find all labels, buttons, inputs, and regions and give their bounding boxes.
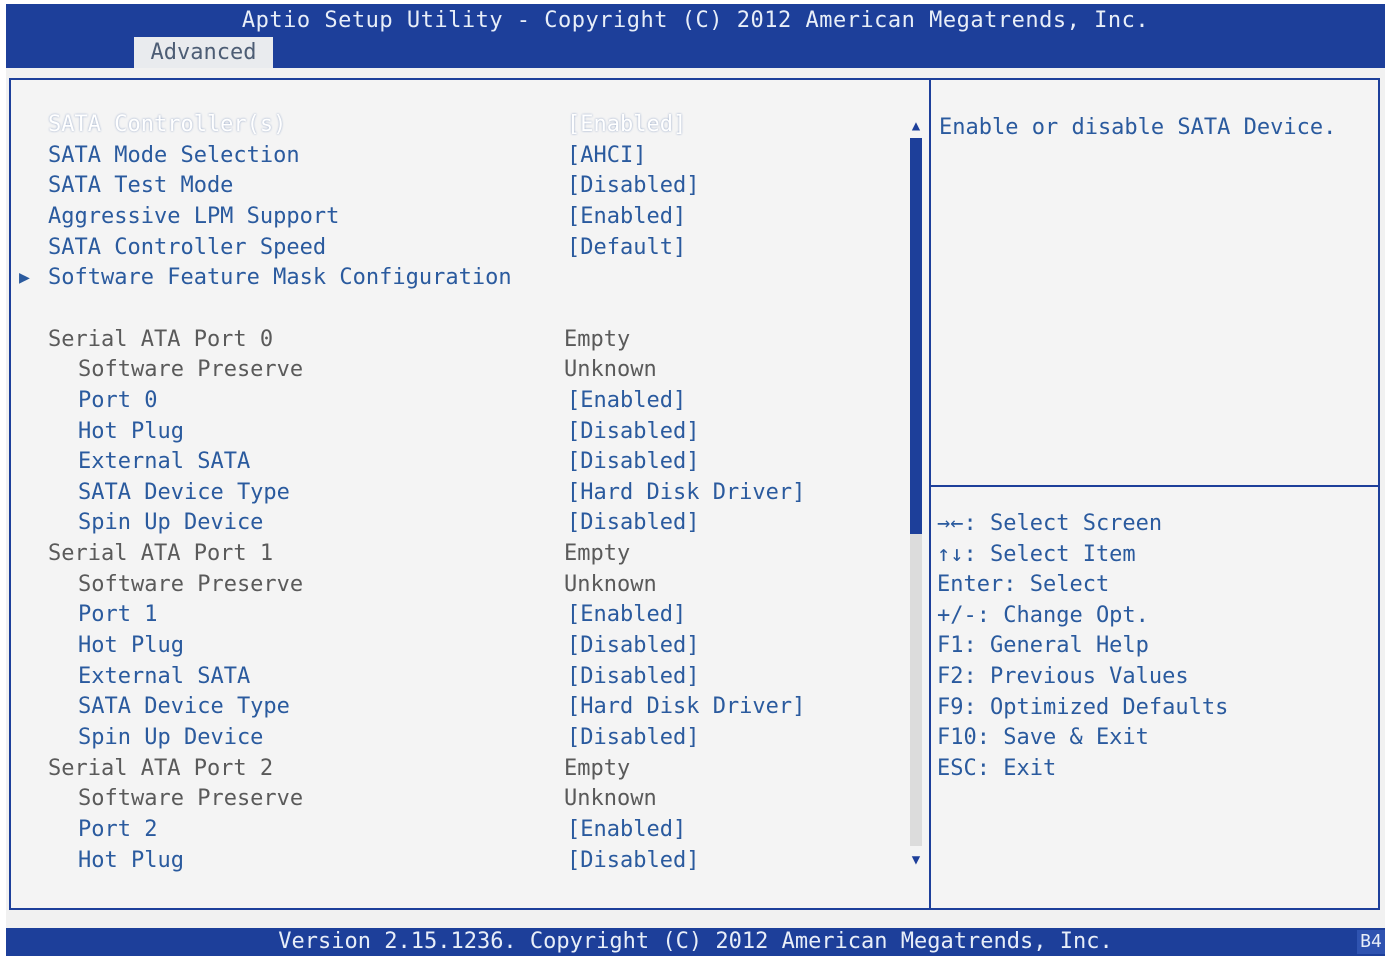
setting-label: Software Preserve — [78, 786, 304, 812]
setting-value: [Enabled] — [567, 203, 687, 229]
main-area: SATA Controller(s) [Enabled] SATA Mode Sel… — [6, 68, 1385, 928]
key-hint: Enter: Select — [937, 572, 1110, 598]
setting-row[interactable]: ▶ Software Feature Mask Configuration — [11, 263, 911, 293]
setting-row[interactable]: SATA Controller Speed [Default] — [11, 233, 911, 263]
setting-label: Software Preserve — [78, 571, 304, 597]
title-bar: Aptio Setup Utility - Copyright (C) 2012… — [6, 4, 1385, 68]
setting-label: Serial ATA Port 0 — [48, 326, 274, 352]
help-divider-horizontal — [931, 485, 1378, 487]
setting-label: Hot Plug — [78, 847, 184, 873]
key-hint: →←: Select Screen — [937, 511, 1163, 536]
setting-value: [Disabled] — [567, 418, 700, 444]
setting-label: Hot Plug — [78, 633, 184, 659]
setting-row[interactable]: External SATA [Disabled] — [11, 662, 911, 692]
setting-value: [Disabled] — [567, 510, 700, 536]
setting-label: Hot Plug — [78, 418, 184, 444]
setting-label: Port 1 — [78, 602, 158, 628]
setting-value: [Disabled] — [567, 847, 700, 873]
setting-value: Unknown — [564, 571, 657, 597]
setting-value: [Disabled] — [567, 725, 700, 750]
setting-value: [Enabled] — [567, 816, 687, 842]
setting-value: Empty — [564, 326, 631, 352]
setting-value: Empty — [564, 755, 631, 781]
tab-advanced[interactable]: Advanced — [134, 37, 273, 68]
setting-row: Software Preserve Unknown — [11, 355, 911, 385]
setting-label: Port 2 — [78, 816, 158, 842]
key-hint: ESC: Exit — [937, 755, 1057, 781]
setting-value: [Enabled] — [567, 602, 687, 628]
setting-value: [Disabled] — [567, 449, 700, 475]
spacer-row — [11, 294, 911, 324]
footer-badge: B4 — [1357, 930, 1385, 954]
setting-value: Empty — [564, 541, 631, 567]
setting-row: Serial ATA Port 1 Empty — [11, 539, 911, 569]
setting-label: Spin Up Device — [78, 510, 264, 536]
key-hint: F1: General Help — [937, 633, 1149, 659]
setting-row[interactable]: Spin Up Device [Disabled] — [11, 723, 911, 753]
submenu-arrow-icon: ▶ — [19, 267, 30, 289]
setting-row[interactable]: SATA Test Mode [Disabled] — [11, 171, 911, 201]
setting-value: [Default] — [567, 234, 687, 260]
help-description: Enable or disable SATA Device. — [939, 115, 1337, 140]
setting-label: SATA Mode Selection — [48, 142, 300, 168]
setting-value: [Hard Disk Driver] — [567, 479, 806, 505]
setting-label: Spin Up Device — [78, 725, 264, 750]
key-hint: +/-: Change Opt. — [937, 602, 1149, 628]
setting-row[interactable]: SATA Controller(s) [Enabled] — [11, 110, 911, 140]
setting-label: Aggressive LPM Support — [48, 203, 340, 229]
setting-row[interactable]: Hot Plug [Disabled] — [11, 631, 911, 661]
setting-value: [AHCI] — [567, 142, 647, 168]
setting-row[interactable]: Port 0 [Enabled] — [11, 386, 911, 416]
setting-label: Software Feature Mask Configuration — [48, 265, 512, 291]
version-text: Version 2.15.1236. Copyright (C) 2012 Am… — [278, 929, 1113, 954]
setting-label: SATA Device Type — [78, 479, 290, 505]
setting-value: [Enabled] — [567, 112, 687, 137]
setting-label: Port 0 — [78, 387, 158, 413]
key-hint: ↑↓: Select Item — [937, 541, 1136, 567]
scroll-down-arrow-icon[interactable]: ▼ — [907, 852, 925, 868]
scrollbar-thumb[interactable] — [910, 138, 922, 534]
setting-value: [Disabled] — [567, 663, 700, 689]
key-hint: F2: Previous Values — [937, 663, 1189, 689]
setting-label: SATA Test Mode — [48, 173, 234, 199]
setting-row[interactable]: SATA Mode Selection [AHCI] — [11, 141, 911, 171]
setting-label: SATA Controller Speed — [48, 234, 327, 260]
setting-value: [Disabled] — [567, 173, 700, 199]
setting-row[interactable]: Hot Plug [Disabled] — [11, 417, 911, 447]
app-title: Aptio Setup Utility - Copyright (C) 2012… — [241, 8, 1150, 33]
key-hint: F10: Save & Exit — [937, 725, 1149, 751]
setting-row[interactable]: Hot Plug [Disabled] — [11, 846, 911, 876]
setting-label: External SATA — [78, 449, 251, 475]
setting-label: External SATA — [78, 663, 251, 689]
setting-row: Software Preserve Unknown — [11, 784, 911, 814]
setting-row[interactable]: Port 1 [Enabled] — [11, 600, 911, 630]
setting-value: Unknown — [564, 786, 657, 812]
setting-row[interactable]: Spin Up Device [Disabled] — [11, 508, 911, 538]
setting-row[interactable]: SATA Device Type [Hard Disk Driver] — [11, 692, 911, 722]
setting-row: Serial ATA Port 2 Empty — [11, 754, 911, 784]
setting-label: Software Preserve — [78, 357, 304, 383]
setting-value: [Hard Disk Driver] — [567, 694, 806, 720]
key-hint: F9: Optimized Defaults — [937, 694, 1229, 720]
setting-value: [Disabled] — [567, 633, 700, 659]
setting-row: Serial ATA Port 0 Empty — [11, 325, 911, 355]
settings-frame: SATA Controller(s) [Enabled] SATA Mode Sel… — [9, 78, 1380, 910]
setting-row: Software Preserve Unknown — [11, 570, 911, 600]
setting-label: Serial ATA Port 2 — [48, 755, 274, 781]
setting-value: Unknown — [564, 357, 657, 383]
setting-label: SATA Device Type — [78, 694, 290, 720]
footer-bar: Version 2.15.1236. Copyright (C) 2012 Am… — [6, 928, 1385, 956]
setting-label: Serial ATA Port 1 — [48, 541, 274, 567]
setting-value: [Enabled] — [567, 387, 687, 413]
scroll-up-arrow-icon[interactable]: ▲ — [907, 118, 925, 134]
setting-row[interactable]: Aggressive LPM Support [Enabled] — [11, 202, 911, 232]
key-legend: →←: Select Screen ↑↓: Select Item Enter: S… — [937, 509, 1228, 784]
setting-row[interactable]: Port 2 [Enabled] — [11, 815, 911, 845]
setting-row[interactable]: SATA Device Type [Hard Disk Driver] — [11, 478, 911, 508]
setting-label: SATA Controller(s) — [48, 112, 287, 137]
setting-row[interactable]: External SATA [Disabled] — [11, 447, 911, 477]
panel-divider-vertical — [929, 80, 931, 908]
